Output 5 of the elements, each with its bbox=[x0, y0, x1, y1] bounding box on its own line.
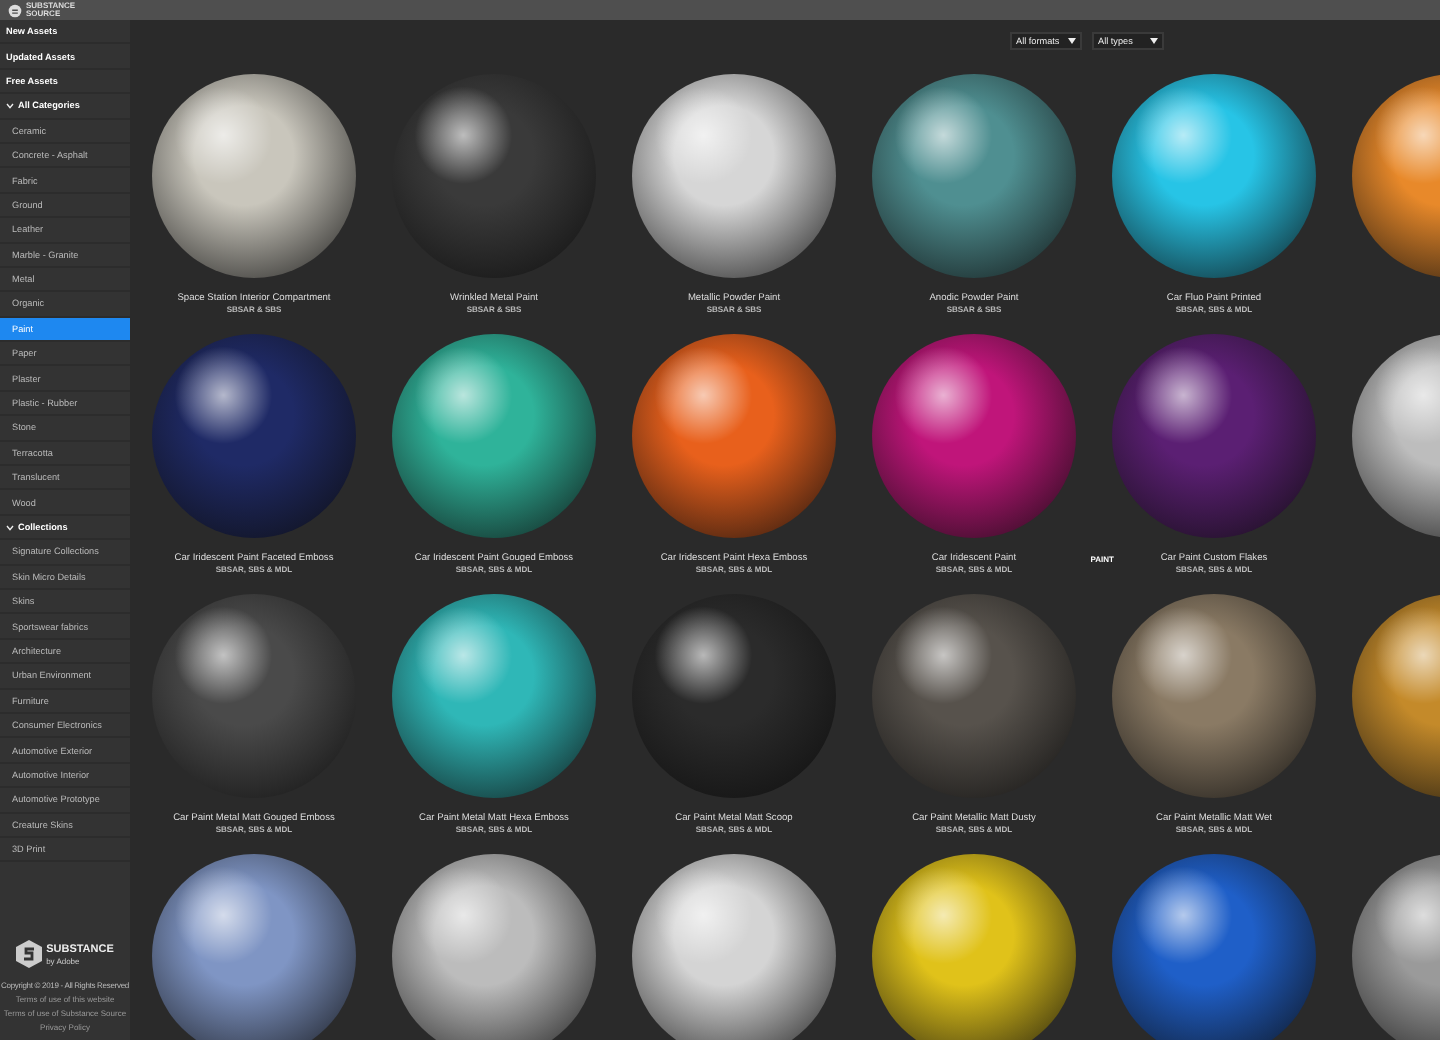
chevron-icon bbox=[6, 523, 14, 531]
chevron-icon bbox=[6, 101, 14, 110]
caret-icon bbox=[1068, 37, 1076, 43]
caret-icon bbox=[1150, 37, 1158, 43]
logo-icon bbox=[16, 940, 43, 968]
